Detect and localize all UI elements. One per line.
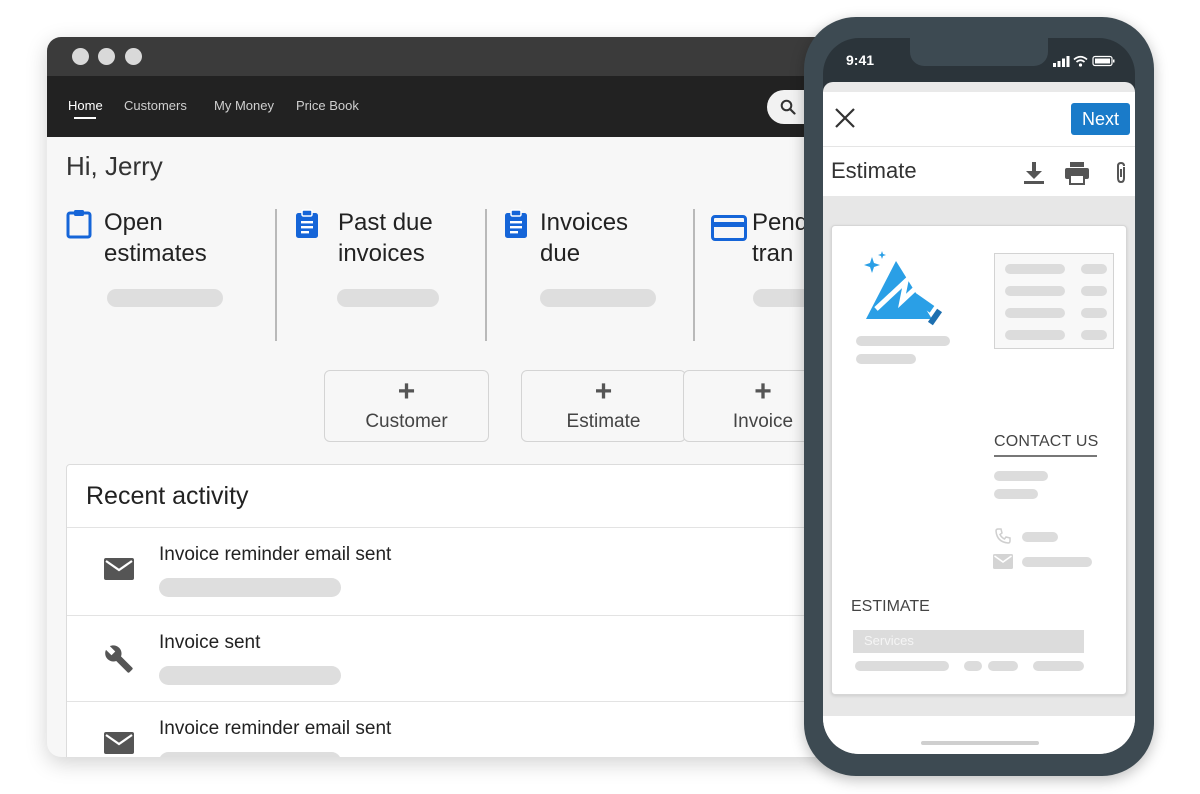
attachment-icon[interactable] <box>1113 161 1129 185</box>
activity-row[interactable]: Invoice reminder email sent <box>67 701 825 757</box>
stat-label-line2: tran <box>752 240 794 267</box>
contact-us-underline <box>994 455 1097 457</box>
phone-frame: 9:41 Next Estimate CONTACT US ESTIMATE S… <box>804 17 1154 776</box>
download-icon[interactable] <box>1023 161 1045 185</box>
plus-icon: + <box>594 375 613 408</box>
estimate-document: CONTACT US ESTIMATE Services <box>831 225 1127 695</box>
stat-label-line1: Pend <box>752 209 809 236</box>
close-icon[interactable] <box>833 106 857 130</box>
next-button[interactable]: Next <box>1071 103 1130 135</box>
desktop-window: Home Customers My Money Price Book Hi, J… <box>47 37 847 757</box>
stat-label-line2: estimates <box>104 240 207 267</box>
nav-home[interactable]: Home <box>68 98 103 113</box>
line-item-placeholder <box>964 661 982 671</box>
stat-divider <box>275 209 277 341</box>
window-titlebar <box>47 37 847 76</box>
line-item-placeholder <box>988 661 1018 671</box>
plus-icon: + <box>397 375 416 408</box>
estimate-screen: Next Estimate CONTACT US ESTIMATE Servic… <box>823 92 1135 754</box>
nav-customers[interactable]: Customers <box>124 98 187 113</box>
app-sheet: Next Estimate CONTACT US ESTIMATE Servic… <box>823 82 1135 754</box>
company-detail-placeholder <box>856 354 916 364</box>
search-icon <box>780 99 796 115</box>
company-logo-icon <box>864 251 943 326</box>
window-minimize-dot[interactable] <box>98 48 115 65</box>
add-estimate-button[interactable]: + Estimate <box>521 370 686 442</box>
mail-icon <box>993 554 1013 569</box>
mail-icon <box>104 558 134 580</box>
phone-screen: 9:41 Next Estimate CONTACT US ESTIMATE S… <box>823 38 1135 754</box>
status-bar-icons <box>1053 55 1115 67</box>
wrench-icon <box>105 645 133 673</box>
print-icon[interactable] <box>1064 161 1090 185</box>
clipboard-list-icon <box>505 209 527 238</box>
stat-divider <box>693 209 695 341</box>
clipboard-list-icon <box>296 209 318 238</box>
nav-active-indicator <box>74 117 96 119</box>
activity-detail-placeholder <box>159 752 341 757</box>
contact-line-placeholder <box>994 489 1038 499</box>
credit-card-icon <box>711 215 747 241</box>
stat-divider <box>485 209 487 341</box>
quick-action-label: Customer <box>365 411 448 432</box>
stat-value-placeholder <box>540 289 656 307</box>
contact-phone-placeholder <box>1022 532 1058 542</box>
stat-label-line1: Open <box>104 209 163 236</box>
activity-text: Invoice sent <box>159 632 261 653</box>
stat-value-placeholder <box>107 289 223 307</box>
contact-email-placeholder <box>1022 557 1092 567</box>
company-name-placeholder <box>856 336 950 346</box>
activity-detail-placeholder <box>159 578 341 597</box>
add-customer-button[interactable]: + Customer <box>324 370 489 442</box>
activity-text: Invoice reminder email sent <box>159 544 392 565</box>
activity-row[interactable]: Invoice reminder email sent <box>67 527 825 615</box>
estimate-section-heading: ESTIMATE <box>851 598 930 615</box>
estimate-title: Estimate <box>831 158 917 183</box>
stat-label-line1: Invoices <box>540 209 629 236</box>
contact-line-placeholder <box>994 471 1048 481</box>
line-item-placeholder <box>855 661 949 671</box>
activity-detail-placeholder <box>159 666 341 685</box>
greeting-heading: Hi, Jerry <box>66 151 163 181</box>
nav-my-money[interactable]: My Money <box>214 98 274 113</box>
phone-notch <box>910 38 1048 66</box>
phone-icon <box>995 528 1011 544</box>
recent-activity-panel: Recent activity Invoice reminder email s… <box>66 464 826 757</box>
stat-label-line2: due <box>540 240 581 267</box>
line-item-placeholder <box>1033 661 1084 671</box>
recent-activity-title: Recent activity <box>86 482 249 510</box>
stat-label-line1: Past due <box>338 209 433 236</box>
top-navbar: Home Customers My Money Price Book <box>47 76 847 137</box>
status-bar-time: 9:41 <box>846 52 875 68</box>
contact-us-heading: CONTACT US <box>994 433 1099 450</box>
nav-price-book[interactable]: Price Book <box>296 98 359 113</box>
activity-text: Invoice reminder email sent <box>159 718 392 739</box>
clipboard-icon <box>66 210 92 239</box>
services-label: Services <box>864 633 914 648</box>
window-maximize-dot[interactable] <box>125 48 142 65</box>
window-close-dot[interactable] <box>72 48 89 65</box>
header-divider <box>823 146 1135 147</box>
activity-row[interactable]: Invoice sent <box>67 615 825 703</box>
stat-value-placeholder <box>337 289 439 307</box>
stat-label-line2: invoices <box>338 240 425 267</box>
mail-icon <box>104 732 134 754</box>
home-indicator[interactable] <box>921 741 1039 745</box>
quick-action-label: Estimate <box>566 411 641 432</box>
estimate-summary-table <box>994 253 1114 349</box>
